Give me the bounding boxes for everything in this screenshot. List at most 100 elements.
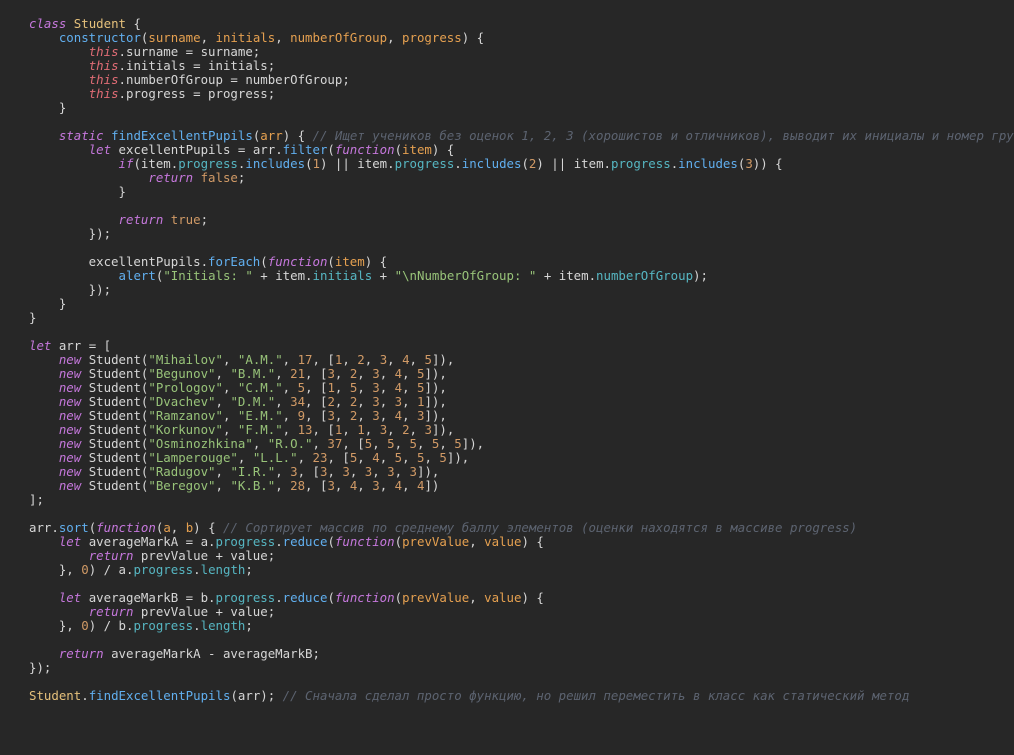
code-token: , [ [305,478,328,493]
code-token: a [163,520,171,535]
code-token: 23 [312,450,328,465]
code-token: )) { [752,156,783,171]
code-token: }); [29,660,52,675]
code-token: , [469,534,485,549]
code-token: Student( [81,380,149,395]
code-token: sort [58,520,89,535]
code-token: 5 [394,450,403,465]
code-token: , [379,478,395,493]
code-token: new [58,478,82,493]
code-token: , [379,408,395,423]
code-token: ]), [431,352,455,367]
code-token: new [58,394,82,409]
code-token: arr. [29,520,59,535]
code-line: }); [29,227,1014,241]
code-token: ) { [521,534,544,549]
code-line: return averageMarkA - averageMarkB; [29,647,1014,661]
code-token: Student( [81,394,149,409]
code-token: progress [394,156,455,171]
code-line: } [29,101,1014,115]
code-token: Student( [81,422,149,437]
code-token: // Сначала сделал просто функцию, но реш… [282,688,910,703]
code-token: value [484,534,522,549]
code-token: 2 [357,352,365,367]
code-token: "Beregov" [148,478,216,493]
code-token: ) { [461,30,485,45]
code-token: arr [260,128,283,143]
code-line: excellentPupils.forEach(function(item) { [29,255,1014,269]
code-token: 5 [297,380,306,395]
code-token: , [357,450,373,465]
code-line: new Student("Begunov", "B.M.", 21, [3, 2… [29,367,1014,381]
code-token: 3 [372,366,380,381]
code-token: 3 [327,408,335,423]
code-token: .numberOfGroup = numberOfGroup; [118,72,350,87]
code-token: function [267,254,328,269]
code-token: excellentPupils. [29,254,209,269]
code-token: 1 [327,380,335,395]
code-line: } [29,185,1014,199]
code-token: { [126,16,141,31]
code-line: } [29,297,1014,311]
code-token: averageMarkB = b. [81,590,216,605]
code-token: , [424,450,440,465]
code-token: 2 [402,422,410,437]
code-line: constructor(surname, initials, numberOfG… [29,31,1014,45]
code-token: "F.M." [237,422,283,437]
code-token: , [282,408,298,423]
code-token: , [439,436,455,451]
code-token: , [282,352,298,367]
code-token: constructor [58,30,141,45]
code-token: "D.M." [230,394,276,409]
code-token: , [364,352,380,367]
code-token: this [88,72,119,87]
code-token: , [357,366,373,381]
code-token: , [409,352,425,367]
code-token: , [379,450,395,465]
code-token: ]), [424,366,447,381]
code-area[interactable]: class Student { constructor(surname, ini… [29,17,1014,703]
code-token: , [275,464,291,479]
code-line: }, 0) / a.progress.length; [29,563,1014,577]
code-token: includes [461,156,522,171]
code-token: . [193,562,201,577]
code-token: ( [327,254,335,269]
code-token: prevValue + value; [133,548,276,563]
code-token: 28 [290,478,306,493]
code-line: new Student("Mihailov", "A.M.", 17, [1, … [29,353,1014,367]
code-token: "C.M." [237,380,283,395]
code-token: averageMarkA = a. [81,534,216,549]
code-token: , [357,394,373,409]
code-token: ]), [446,450,470,465]
code-line: this.surname = surname; [29,45,1014,59]
code-token: let [29,338,52,353]
code-token: numberOfGroup [596,268,694,283]
code-token: // Ищет учеников без оценок 1, 2, 3 (хор… [312,128,1014,143]
code-token: Student( [81,464,149,479]
code-token: 3 [424,422,432,437]
code-line: new Student("Ramzanov", "E.M.", 9, [3, 2… [29,409,1014,423]
code-token: 3 [409,464,418,479]
code-token: 3 [290,464,298,479]
code-editor[interactable]: class Student { constructor(surname, ini… [0,0,1014,755]
code-token: + item. [536,268,597,283]
code-token: ) { [431,142,455,157]
code-token: ( [394,534,403,549]
code-token: initials [312,268,373,283]
code-token: , [402,408,418,423]
code-token: Student( [81,408,149,423]
code-token: }, [29,562,82,577]
code-token: , [334,394,350,409]
code-token: , [357,408,373,423]
code-token: , [275,394,291,409]
code-token: , [282,380,298,395]
